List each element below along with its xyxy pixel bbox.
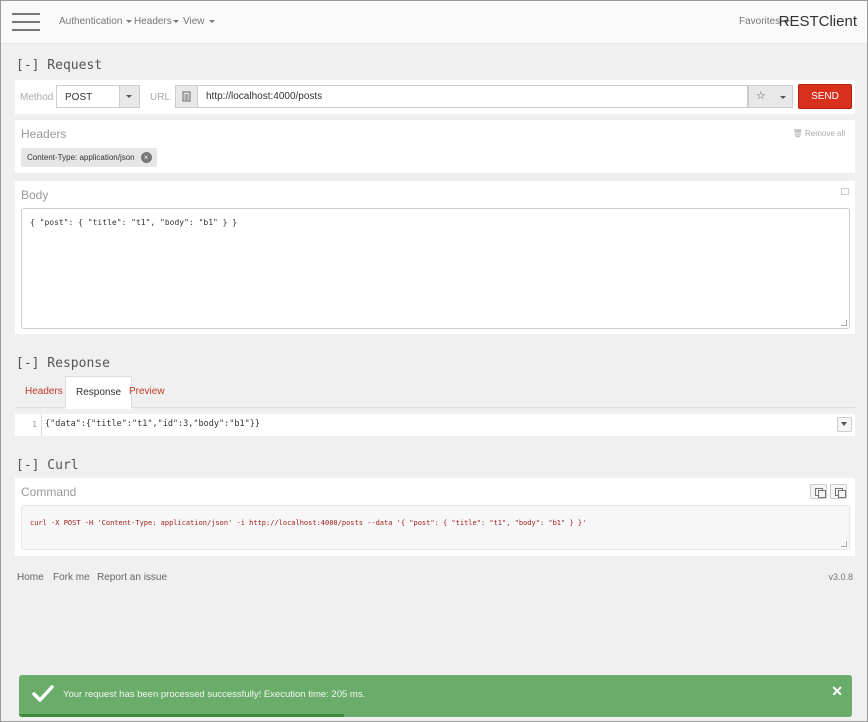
paste-icon[interactable] bbox=[830, 484, 847, 499]
close-icon[interactable]: ✕ bbox=[831, 684, 843, 698]
nav-headers-label: Headers bbox=[134, 16, 172, 27]
send-button[interactable]: SEND bbox=[798, 84, 852, 109]
version-label: v3.0.8 bbox=[828, 572, 853, 582]
toast-message: Your request has been processed successf… bbox=[63, 689, 366, 700]
document-icon bbox=[175, 85, 198, 108]
nav-favorites-label: Favorites bbox=[739, 16, 781, 27]
response-section-title[interactable]: [-] Response bbox=[16, 356, 110, 371]
body-content: { "post": { "title": "t1", "body": "b1" … bbox=[30, 218, 238, 227]
method-select[interactable]: POST bbox=[56, 85, 140, 108]
close-icon[interactable]: × bbox=[140, 152, 152, 163]
toast-progress-bar bbox=[19, 714, 344, 717]
response-content: {"data":{"title":"t1","id":3,"body":"b1"… bbox=[45, 419, 260, 429]
checkmark-icon bbox=[32, 685, 54, 702]
navbar: Authentication Headers View Favorites RE… bbox=[1, 1, 867, 44]
download-icon[interactable] bbox=[837, 417, 852, 432]
chevron-down-icon bbox=[208, 19, 215, 23]
headers-panel: Headers 🗑︎ Remove all Content-Type: appl… bbox=[15, 120, 855, 173]
method-label: Method bbox=[20, 92, 54, 103]
url-input[interactable]: http://localhost:4000/posts bbox=[197, 85, 748, 108]
curl-section-title[interactable]: [-] Curl bbox=[16, 458, 79, 473]
chevron-down-icon bbox=[172, 19, 179, 23]
body-title: Body bbox=[21, 188, 49, 202]
star-icon: ☆ bbox=[756, 90, 766, 102]
footer-link-fork-me[interactable]: Fork me bbox=[53, 572, 90, 583]
curl-panel: Command curl -X POST -H 'Content-Type: a… bbox=[15, 478, 855, 556]
chevron-down-icon bbox=[126, 19, 133, 23]
body-textarea[interactable]: { "post": { "title": "t1", "body": "b1" … bbox=[21, 208, 850, 329]
request-bar: Method POST URL http://localhost:4000/po… bbox=[15, 80, 855, 114]
url-label: URL bbox=[150, 92, 171, 103]
response-panel: 1 {"data":{"title":"t1","id":3,"body":"b… bbox=[15, 414, 855, 436]
trash-icon: 🗑︎ bbox=[792, 129, 803, 138]
nav-authentication-label: Authentication bbox=[59, 16, 123, 27]
response-tabs: Headers Response Preview bbox=[15, 376, 855, 409]
brand-title: RESTClient bbox=[778, 13, 857, 30]
remove-all-label: Remove all bbox=[804, 129, 845, 138]
nav-authentication[interactable]: Authentication bbox=[59, 16, 133, 27]
grid-icon[interactable] bbox=[841, 188, 849, 195]
command-title: Command bbox=[21, 485, 77, 499]
line-number: 1 bbox=[32, 420, 37, 429]
chevron-down-icon bbox=[780, 96, 786, 99]
chevron-down-icon bbox=[126, 95, 132, 98]
nav-headers[interactable]: Headers bbox=[134, 16, 179, 27]
remove-all-button[interactable]: 🗑︎ Remove all bbox=[793, 129, 845, 138]
method-dropdown-toggle[interactable] bbox=[119, 86, 139, 107]
footer-link-home[interactable]: Home bbox=[17, 572, 44, 583]
nav-view-label: View bbox=[183, 16, 205, 27]
gutter-divider bbox=[41, 414, 42, 436]
resize-handle-icon[interactable] bbox=[841, 320, 847, 326]
header-chip-label: Content-Type: application/json bbox=[27, 153, 135, 162]
tab-preview[interactable]: Preview bbox=[119, 376, 175, 409]
curl-command: curl -X POST -H 'Content-Type: applicati… bbox=[30, 519, 587, 527]
header-chip[interactable]: Content-Type: application/json × bbox=[21, 148, 157, 167]
success-toast: Your request has been processed successf… bbox=[19, 675, 852, 717]
nav-view[interactable]: View bbox=[183, 16, 215, 27]
resize-handle-icon[interactable] bbox=[841, 541, 847, 547]
headers-title: Headers bbox=[21, 127, 67, 141]
footer-link-report-issue[interactable]: Report an issue bbox=[97, 572, 167, 583]
copy-icon[interactable] bbox=[810, 484, 827, 499]
favorite-button[interactable]: ☆ bbox=[748, 85, 793, 108]
hamburger-menu-icon[interactable] bbox=[12, 13, 40, 31]
curl-command-textarea[interactable]: curl -X POST -H 'Content-Type: applicati… bbox=[21, 505, 850, 550]
body-panel: Body { "post": { "title": "t1", "body": … bbox=[15, 181, 855, 334]
method-value: POST bbox=[65, 92, 93, 103]
request-section-title[interactable]: [-] Request bbox=[16, 58, 102, 73]
